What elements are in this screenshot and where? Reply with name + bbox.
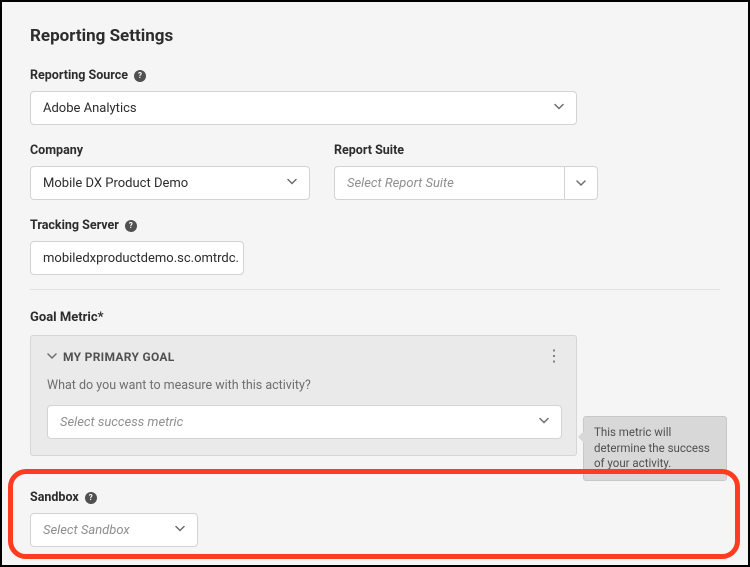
success-metric-placeholder: Select success metric bbox=[60, 415, 183, 430]
reporting-source-value: Adobe Analytics bbox=[43, 101, 137, 116]
help-icon[interactable]: ? bbox=[85, 492, 97, 504]
reporting-source-label-text: Reporting Source bbox=[30, 68, 128, 83]
reporting-source-select[interactable]: Adobe Analytics bbox=[30, 91, 577, 125]
company-label-text: Company bbox=[30, 143, 83, 158]
tracking-server-label: Tracking Server ? bbox=[30, 218, 720, 233]
report-suite-dropdown-button[interactable] bbox=[564, 166, 598, 200]
success-metric-tooltip: This metric will determine the success o… bbox=[583, 416, 727, 481]
company-value: Mobile DX Product Demo bbox=[43, 176, 188, 191]
tracking-server-input[interactable]: mobiledxproductdemo.sc.omtrdc. bbox=[30, 241, 244, 275]
sandbox-label-text: Sandbox bbox=[30, 490, 79, 505]
more-actions-icon[interactable]: ⋮ bbox=[546, 348, 562, 364]
reporting-settings-panel: Reporting Settings Reporting Source ? Ad… bbox=[0, 0, 750, 567]
chevron-down-icon bbox=[175, 523, 185, 538]
tracking-server-label-text: Tracking Server bbox=[30, 218, 119, 233]
success-metric-select[interactable]: Select success metric bbox=[47, 405, 562, 439]
sandbox-label: Sandbox ? bbox=[30, 490, 198, 505]
goal-question-text: What do you want to measure with this ac… bbox=[47, 378, 560, 393]
report-suite-label: Report Suite bbox=[334, 143, 598, 158]
chevron-down-icon bbox=[539, 415, 549, 430]
divider bbox=[30, 289, 720, 290]
page-title: Reporting Settings bbox=[30, 26, 720, 46]
primary-goal-title: MY PRIMARY GOAL bbox=[63, 350, 175, 364]
goal-metric-label: Goal Metric* bbox=[30, 310, 720, 325]
chevron-down-icon bbox=[47, 350, 57, 364]
sandbox-section: Sandbox ? Select Sandbox bbox=[30, 490, 198, 547]
help-icon[interactable]: ? bbox=[125, 220, 137, 232]
primary-goal-panel: MY PRIMARY GOAL ⋮ What do you want to me… bbox=[30, 335, 577, 456]
tracking-server-value: mobiledxproductdemo.sc.omtrdc. bbox=[43, 251, 239, 266]
reporting-source-label: Reporting Source ? bbox=[30, 68, 720, 83]
report-suite-select[interactable]: Select Report Suite bbox=[334, 166, 598, 200]
report-suite-placeholder: Select Report Suite bbox=[347, 176, 454, 191]
sandbox-select[interactable]: Select Sandbox bbox=[30, 513, 198, 547]
sandbox-placeholder: Select Sandbox bbox=[43, 523, 130, 538]
help-icon[interactable]: ? bbox=[134, 70, 146, 82]
primary-goal-header[interactable]: MY PRIMARY GOAL bbox=[47, 350, 560, 364]
chevron-down-icon bbox=[287, 176, 297, 191]
chevron-down-icon bbox=[554, 101, 564, 116]
report-suite-label-text: Report Suite bbox=[334, 143, 404, 158]
company-select[interactable]: Mobile DX Product Demo bbox=[30, 166, 310, 200]
company-label: Company bbox=[30, 143, 310, 158]
